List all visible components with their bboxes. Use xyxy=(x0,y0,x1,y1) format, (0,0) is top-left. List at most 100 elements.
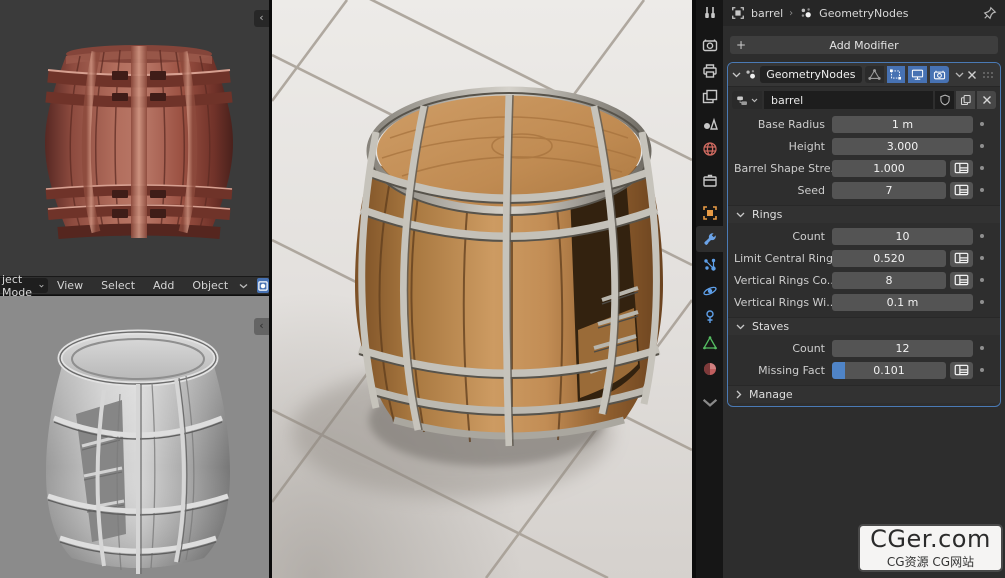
viewport-material-preview[interactable]: ‹ xyxy=(0,0,269,276)
decorator-dot[interactable] xyxy=(973,256,990,260)
section-header-staves[interactable]: Staves xyxy=(728,317,1000,335)
property-label: Vertical Rings Wi... xyxy=(734,296,832,309)
tab-scene[interactable] xyxy=(696,110,723,136)
decorator-dot[interactable] xyxy=(973,300,990,304)
constraint-icon xyxy=(702,309,718,325)
node-group-row: barrel xyxy=(728,89,1000,111)
height-field[interactable]: 3.000 xyxy=(832,138,973,155)
mode-dropdown[interactable]: ject Mode xyxy=(0,278,48,293)
fake-user-shield-icon[interactable] xyxy=(935,91,954,109)
tab-physics[interactable] xyxy=(696,278,723,304)
watermark-title: CGer.com xyxy=(870,527,991,551)
viewport-rendered[interactable] xyxy=(272,0,692,578)
delete-modifier-icon[interactable] xyxy=(967,70,977,80)
tab-constraints[interactable] xyxy=(696,304,723,330)
barrel-rendered xyxy=(272,0,692,578)
property-row: Vertical Rings Wi... 0.1 m xyxy=(734,293,990,311)
property-label: Missing Fact xyxy=(734,364,832,377)
sidebar-collapse-icon[interactable]: ‹ xyxy=(254,318,269,335)
menu-add[interactable]: Add xyxy=(144,279,183,292)
property-label: Count xyxy=(734,230,832,243)
breadcrumb-object[interactable]: barrel xyxy=(751,7,783,20)
property-label: Base Radius xyxy=(734,118,832,131)
properties-editor: barrel › GeometryNodes + Add Modifier Ge… xyxy=(723,0,1005,578)
decorator-dot[interactable] xyxy=(973,278,990,282)
modifier-name-field[interactable]: GeometryNodes xyxy=(760,66,862,83)
node-tree-icon xyxy=(736,94,749,107)
breadcrumb: barrel › GeometryNodes xyxy=(723,0,1005,26)
blender-window: ‹ ject Mode View Select Add Object xyxy=(0,0,1005,578)
pin-icon[interactable] xyxy=(983,6,997,20)
property-row: Base Radius 1 m xyxy=(734,115,990,133)
drag-handle-icon[interactable] xyxy=(982,71,996,79)
property-label: Vertical Rings Co... xyxy=(734,274,832,287)
tab-world[interactable] xyxy=(696,136,723,162)
browse-node-group-button[interactable] xyxy=(732,91,762,109)
input-attribute-toggle-icon[interactable] xyxy=(950,272,973,289)
modifier-extras-chevron-icon[interactable] xyxy=(955,72,964,78)
barrel-shape-strength-field[interactable]: 1.000 xyxy=(832,160,946,177)
input-attribute-toggle-icon[interactable] xyxy=(950,250,973,267)
geometry-nodes-modifier-panel: GeometryNodes barrel xyxy=(727,62,1001,407)
input-attribute-toggle-icon[interactable] xyxy=(950,182,973,199)
decorator-dot[interactable] xyxy=(973,234,990,238)
properties-tab-column xyxy=(696,0,723,578)
missing-fact-slider[interactable]: 0.101 xyxy=(832,362,946,379)
sidebar-collapse-icon[interactable]: ‹ xyxy=(254,10,269,27)
rings-count-field[interactable]: 10 xyxy=(832,228,973,245)
object-icon xyxy=(731,6,745,20)
panel-expand-chevron-icon[interactable] xyxy=(732,72,741,78)
property-label: Seed xyxy=(734,184,832,197)
add-modifier-button[interactable]: + Add Modifier xyxy=(730,36,998,54)
breadcrumb-modifier[interactable]: GeometryNodes xyxy=(819,7,908,20)
tab-modifiers[interactable] xyxy=(696,226,723,252)
viewport-solid[interactable]: ‹ xyxy=(0,296,269,578)
tab-object-data[interactable] xyxy=(696,330,723,356)
edit-mode-toggle[interactable] xyxy=(865,66,884,83)
tab-object[interactable] xyxy=(696,200,723,226)
tab-particles[interactable] xyxy=(696,252,723,278)
viewport-header: ject Mode View Select Add Object xyxy=(0,276,269,295)
tab-output[interactable] xyxy=(696,58,723,84)
section-header-rings[interactable]: Rings xyxy=(728,205,1000,223)
menu-object[interactable]: Object xyxy=(183,279,237,292)
tab-render[interactable] xyxy=(696,32,723,58)
decorator-dot[interactable] xyxy=(973,122,990,126)
property-row: Seed 7 xyxy=(734,181,990,199)
modifier-header: GeometryNodes xyxy=(728,63,1000,87)
section-header-manage[interactable]: Manage xyxy=(728,385,1000,403)
seed-field[interactable]: 7 xyxy=(832,182,946,199)
input-attribute-toggle-icon[interactable] xyxy=(950,160,973,177)
vertical-rings-count-field[interactable]: 8 xyxy=(832,272,946,289)
watermark-subtitle: CG资源 CG网站 xyxy=(887,553,974,570)
header-overflow-chevron-icon[interactable] xyxy=(239,283,248,289)
tab-collection[interactable] xyxy=(696,168,723,194)
photos-icon xyxy=(702,89,718,105)
decorator-dot[interactable] xyxy=(973,188,990,192)
tab-tool[interactable] xyxy=(696,0,723,26)
limit-central-rings-field[interactable]: 0.520 xyxy=(832,250,946,267)
decorator-dot[interactable] xyxy=(973,166,990,170)
menu-select[interactable]: Select xyxy=(92,279,144,292)
on-cage-toggle[interactable] xyxy=(887,66,906,83)
node-group-name-field[interactable]: barrel xyxy=(764,91,933,109)
base-radius-field[interactable]: 1 m xyxy=(832,116,973,133)
input-attribute-toggle-icon[interactable] xyxy=(950,362,973,379)
menu-view[interactable]: View xyxy=(48,279,92,292)
staves-count-field[interactable]: 12 xyxy=(832,340,973,357)
unlink-node-group-icon[interactable] xyxy=(977,91,996,109)
chevron-down-icon xyxy=(736,212,745,218)
show-render-toggle[interactable] xyxy=(930,66,949,83)
tab-overflow-chevron[interactable] xyxy=(696,390,723,416)
property-row: Vertical Rings Co... 8 xyxy=(734,271,990,289)
watermark: CGer.com CG资源 CG网站 xyxy=(858,524,1003,572)
rendered-shading-icon[interactable] xyxy=(257,278,269,293)
decorator-dot[interactable] xyxy=(973,346,990,350)
vertical-rings-width-field[interactable]: 0.1 m xyxy=(832,294,973,311)
duplicate-node-group-icon[interactable] xyxy=(956,91,975,109)
tab-view-layer[interactable] xyxy=(696,84,723,110)
decorator-dot[interactable] xyxy=(973,368,990,372)
show-viewport-toggle[interactable] xyxy=(908,66,927,83)
decorator-dot[interactable] xyxy=(973,144,990,148)
tab-material[interactable] xyxy=(696,356,723,382)
